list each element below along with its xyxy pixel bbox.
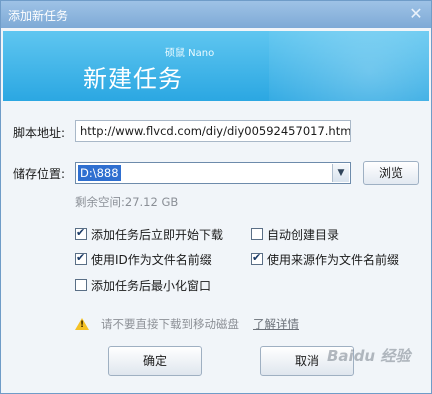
checkbox[interactable] (75, 279, 87, 291)
option-auto-create-dir[interactable]: 自动创建目录 (251, 226, 339, 242)
option-label: 添加任务后立即开始下载 (91, 227, 224, 242)
warning-row: ! 请不要直接下载到移动磁盘 了解详情 (75, 316, 299, 332)
checkbox[interactable] (251, 228, 263, 240)
checkbox[interactable]: ✔ (75, 251, 87, 265)
ok-button[interactable]: 确定 (108, 346, 202, 376)
save-path-select[interactable]: D:\888 ▼ (75, 162, 351, 184)
checkmark-icon: ✔ (76, 251, 86, 264)
banner-headline: 新建任务 (83, 65, 183, 93)
option-start-immediately[interactable]: ✔ 添加任务后立即开始下载 (75, 226, 223, 242)
checkmark-icon: ✔ (76, 226, 86, 239)
warning-icon: ! (75, 318, 89, 330)
url-input[interactable]: http://www.flvcd.com/diy/diy00592457017.… (75, 120, 351, 142)
checkmark-icon: ✔ (252, 251, 262, 264)
browse-button[interactable]: 浏览 (363, 161, 419, 185)
checkbox[interactable]: ✔ (251, 251, 263, 265)
checkbox[interactable]: ✔ (75, 226, 87, 240)
warning-text: 请不要直接下载到移动磁盘 (101, 317, 239, 331)
window-title: 添加新任务 (8, 9, 69, 23)
option-label: 添加任务后最小化窗口 (91, 278, 212, 293)
option-label: 使用来源作为文件名前缀 (267, 252, 400, 267)
chevron-down-icon[interactable]: ▼ (332, 164, 349, 182)
baidu-watermark: Baidu 经验 (327, 347, 411, 365)
option-label: 自动创建目录 (267, 227, 340, 242)
option-label: 使用ID作为文件名前缀 (91, 252, 212, 267)
option-minimize-window[interactable]: 添加任务后最小化窗口 (75, 277, 211, 293)
banner: 硕鼠 Nano 新建任务 (3, 31, 429, 101)
option-id-prefix[interactable]: ✔ 使用ID作为文件名前缀 (75, 251, 212, 267)
free-space-text: 剩余空间:27.12 GB (75, 195, 179, 209)
learn-more-link[interactable]: 了解详情 (253, 316, 299, 332)
banner-glow (269, 31, 429, 101)
brand-logo: 硕鼠 Nano (165, 48, 215, 59)
close-icon[interactable]: ✕ (407, 5, 425, 23)
save-path-value[interactable]: D:\888 (78, 165, 121, 181)
url-label: 脚本地址: (13, 126, 66, 140)
path-label: 储存位置: (13, 167, 66, 181)
title-bar: 添加新任务 ✕ (1, 1, 431, 28)
option-source-prefix[interactable]: ✔ 使用来源作为文件名前缀 (251, 251, 399, 267)
add-task-dialog: 添加新任务 ✕ 硕鼠 Nano 新建任务 脚本地址: http://www.fl… (0, 0, 432, 394)
